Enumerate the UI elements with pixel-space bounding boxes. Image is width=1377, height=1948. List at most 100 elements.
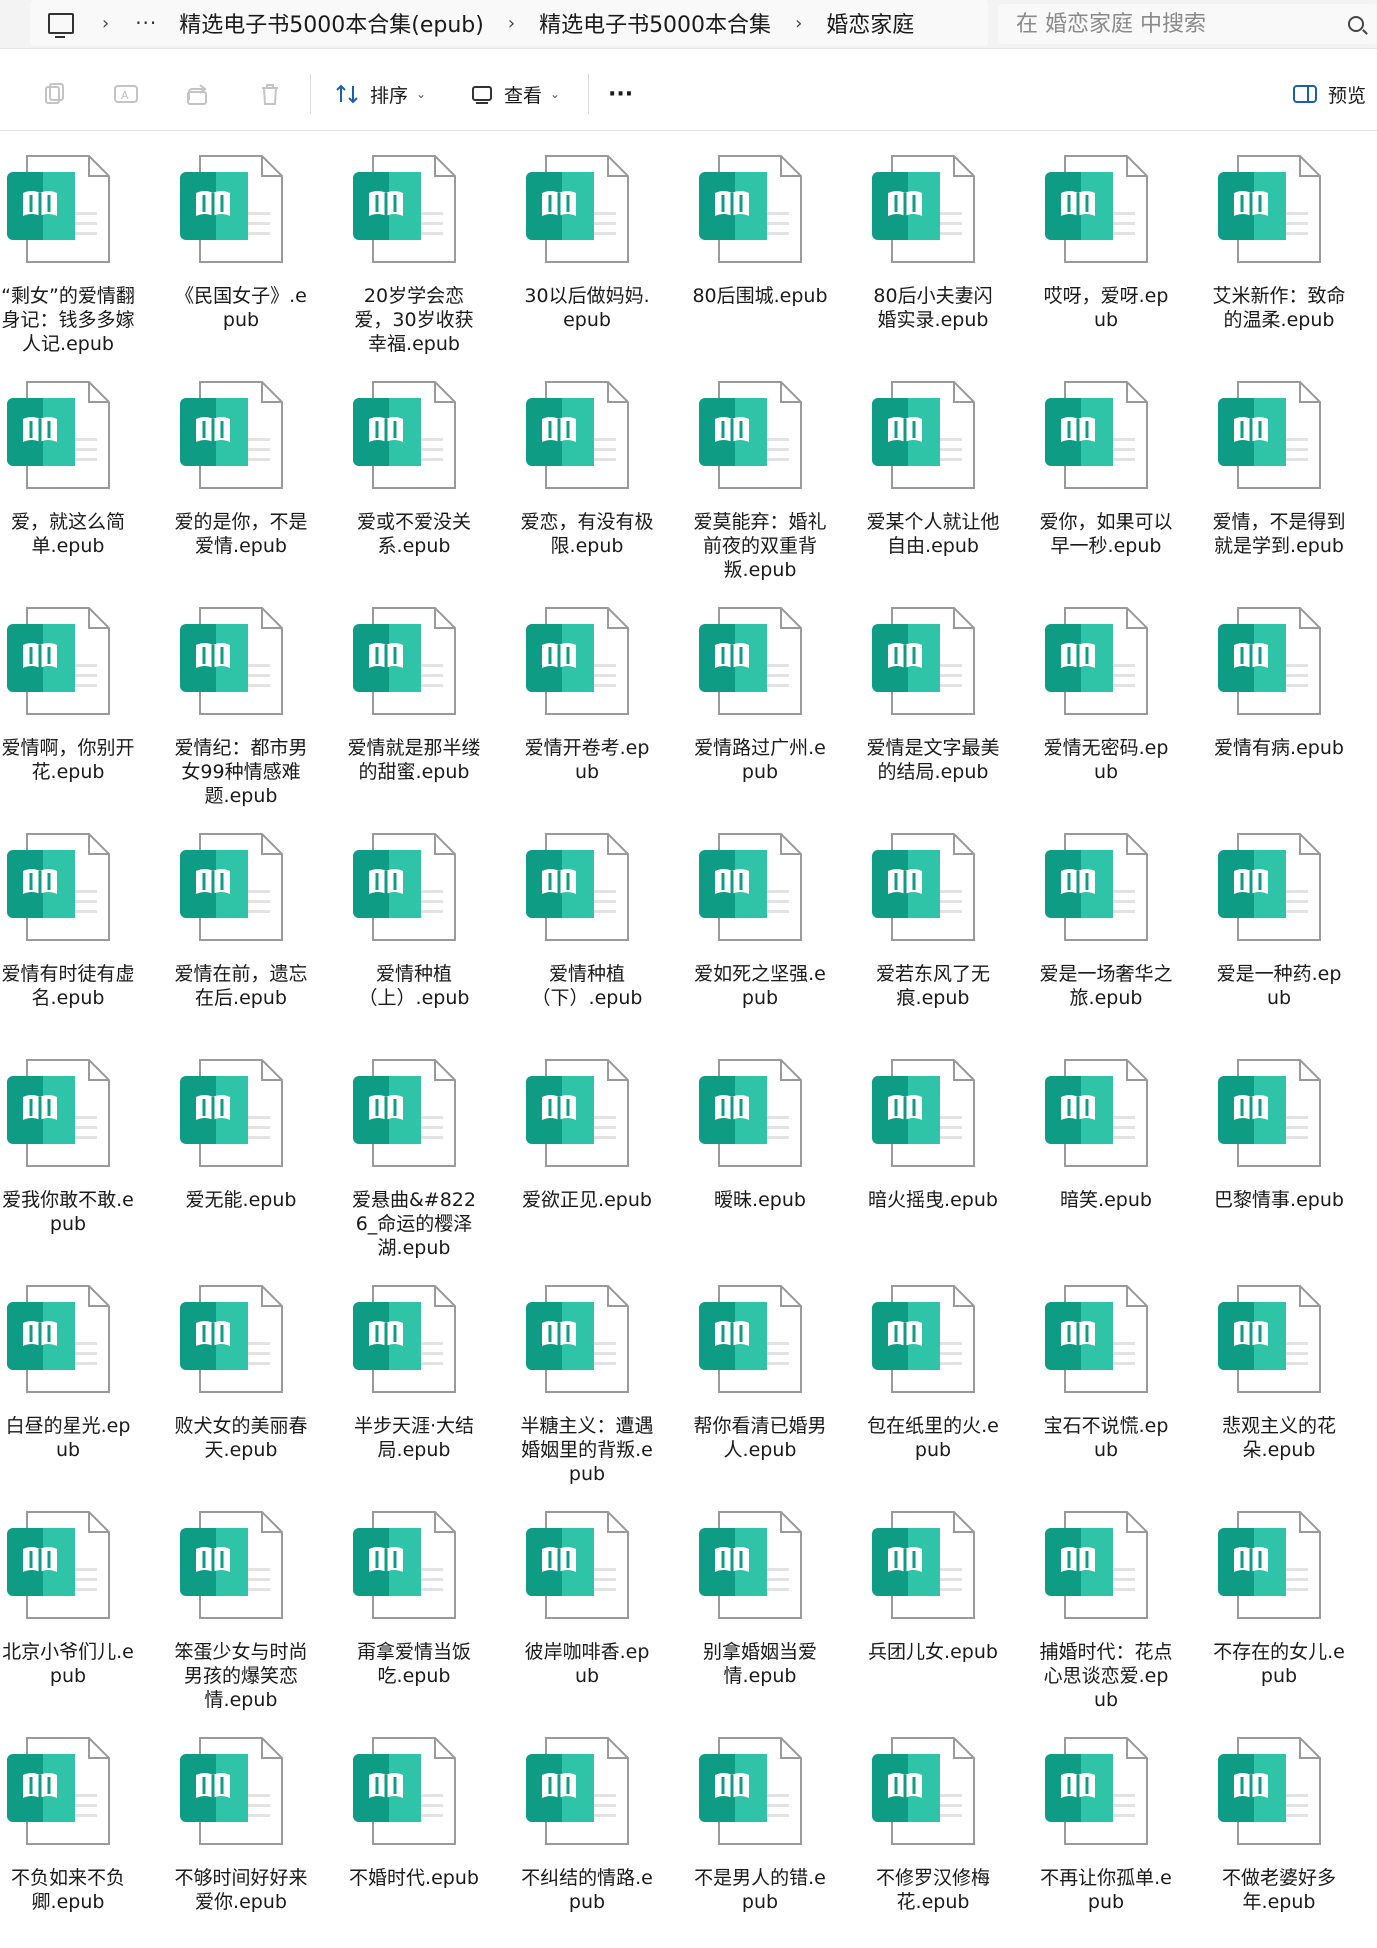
file-item[interactable]: 爱情路过广州.epub <box>692 592 865 818</box>
file-item[interactable]: 爱情在前，遗忘在后.epub <box>173 818 346 1044</box>
rename-icon[interactable]: A <box>112 80 140 108</box>
file-name: “剩女”的爱情翻身记：钱多多嫁人记.epub <box>1 285 135 355</box>
file-item[interactable]: 不够时间好好来爱你.epub <box>173 1722 346 1948</box>
breadcrumb-item-current[interactable]: 婚恋家庭 <box>816 7 924 39</box>
view-button[interactable]: 查看 ⌄ <box>470 76 560 112</box>
file-name: 爱情是文字最美的结局.epub <box>866 737 1000 783</box>
file-item[interactable]: 爱恋，有没有极限.epub <box>519 366 692 592</box>
file-item[interactable]: 白昼的星光.epub <box>0 1270 173 1496</box>
file-item[interactable]: 《民国女子》.epub <box>173 140 346 366</box>
file-item[interactable]: 不修罗汉修梅花.epub <box>865 1722 1038 1948</box>
file-item[interactable]: 爱如死之坚强.epub <box>692 818 865 1044</box>
file-item[interactable]: 爱，就这么简单.epub <box>0 366 173 592</box>
chevron-right-icon[interactable]: › <box>88 13 123 34</box>
file-item[interactable]: 爱情纪：都市男女99种情感难题.epub <box>173 592 346 818</box>
file-item[interactable]: 80后围城.epub <box>692 140 865 366</box>
file-item[interactable]: 20岁学会恋爱，30岁收获幸福.epub <box>346 140 519 366</box>
search-input[interactable] <box>998 10 1328 38</box>
file-item[interactable]: 爱情有时徒有虚名.epub <box>0 818 173 1044</box>
file-name: 巴黎情事.epub <box>1214 1189 1344 1211</box>
epub-book-icon <box>526 1059 629 1167</box>
file-item[interactable]: 爱情就是那半缕的甜蜜.epub <box>346 592 519 818</box>
file-item[interactable]: 悲观主义的花朵.epub <box>1211 1270 1377 1496</box>
file-item[interactable]: 不做老婆好多年.epub <box>1211 1722 1377 1948</box>
file-name: 暧昧.epub <box>714 1189 806 1211</box>
file-item[interactable]: 爱若东风了无痕.epub <box>865 818 1038 1044</box>
copy-icon[interactable] <box>40 80 68 108</box>
more-options-button[interactable]: ··· <box>608 76 633 112</box>
file-item[interactable]: 爱情啊，你别开花.epub <box>0 592 173 818</box>
breadcrumb-item[interactable]: 精选电子书5000本合集 <box>529 7 781 39</box>
this-pc-icon[interactable] <box>48 12 74 38</box>
file-item[interactable]: 艾米新作：致命的温柔.epub <box>1211 140 1377 366</box>
file-item[interactable]: 暗火摇曳.epub <box>865 1044 1038 1270</box>
file-item[interactable]: 败犬女的美丽春天.epub <box>173 1270 346 1496</box>
file-item[interactable]: 哎呀，爱呀.epub <box>1038 140 1211 366</box>
file-item[interactable]: 暧昧.epub <box>692 1044 865 1270</box>
preview-pane-icon <box>1293 85 1317 103</box>
file-item[interactable]: 80后小夫妻闪婚实录.epub <box>865 140 1038 366</box>
file-item[interactable]: 爱我你敢不敢.epub <box>0 1044 173 1270</box>
file-item[interactable]: 甭拿爱情当饭吃.epub <box>346 1496 519 1722</box>
file-item[interactable]: 兵团儿女.epub <box>865 1496 1038 1722</box>
file-item[interactable]: 不存在的女儿.epub <box>1211 1496 1377 1722</box>
file-item[interactable]: 30以后做妈妈.epub <box>519 140 692 366</box>
file-name: 爱恋，有没有极限.epub <box>520 511 654 557</box>
epub-book-icon <box>180 155 283 263</box>
breadcrumb-item[interactable]: 精选电子书5000本合集(epub) <box>169 7 494 39</box>
epub-book-icon <box>1045 381 1148 489</box>
file-item[interactable]: 宝石不说慌.epub <box>1038 1270 1211 1496</box>
file-name: 爱是一场奢华之旅.epub <box>1039 963 1173 1009</box>
epub-book-icon <box>1045 833 1148 941</box>
file-item[interactable]: 帮你看清已婚男人.epub <box>692 1270 865 1496</box>
file-item[interactable]: 爱情种植（下）.epub <box>519 818 692 1044</box>
file-item[interactable]: 半步天涯·大结局.epub <box>346 1270 519 1496</box>
preview-pane-button[interactable]: 预览 <box>1292 76 1366 112</box>
file-item[interactable]: 爱你，如果可以早一秒.epub <box>1038 366 1211 592</box>
file-item[interactable]: 捕婚时代：花点心思谈恋爱.epub <box>1038 1496 1211 1722</box>
chevron-right-icon[interactable]: › <box>494 13 529 34</box>
search-box[interactable] <box>998 4 1377 44</box>
file-item[interactable]: 爱莫能弃：婚礼前夜的双重背叛.epub <box>692 366 865 592</box>
file-item[interactable]: 爱情是文字最美的结局.epub <box>865 592 1038 818</box>
file-item[interactable]: 爱情，不是得到就是学到.epub <box>1211 366 1377 592</box>
file-item[interactable]: 爱某个人就让他自由.epub <box>865 366 1038 592</box>
file-item[interactable]: 爱情有病.epub <box>1211 592 1377 818</box>
file-name: 白昼的星光.epub <box>5 1415 131 1461</box>
chevron-right-icon[interactable]: › <box>781 13 816 34</box>
file-item[interactable]: “剩女”的爱情翻身记：钱多多嫁人记.epub <box>0 140 173 366</box>
file-item[interactable]: 爱情无密码.epub <box>1038 592 1211 818</box>
file-item[interactable]: 爱情种植（上）.epub <box>346 818 519 1044</box>
share-icon[interactable] <box>184 80 212 108</box>
file-item[interactable]: 不纠结的情路.epub <box>519 1722 692 1948</box>
epub-book-icon <box>699 155 802 263</box>
file-item[interactable]: 北京小爷们儿.epub <box>0 1496 173 1722</box>
breadcrumb[interactable]: › ··· 精选电子书5000本合集(epub) › 精选电子书5000本合集 … <box>30 0 988 46</box>
epub-book-icon <box>7 155 110 263</box>
file-item[interactable]: 笨蛋少女与时尚男孩的爆笑恋情.epub <box>173 1496 346 1722</box>
file-item[interactable]: 别拿婚姻当爱情.epub <box>692 1496 865 1722</box>
file-item[interactable]: 不婚时代.epub <box>346 1722 519 1948</box>
delete-icon[interactable] <box>256 80 284 108</box>
file-item[interactable]: 爱的是你，不是爱情.epub <box>173 366 346 592</box>
search-icon[interactable] <box>1348 16 1364 32</box>
file-item[interactable]: 巴黎情事.epub <box>1211 1044 1377 1270</box>
file-item[interactable]: 半糖主义：遭遇婚姻里的背叛.epub <box>519 1270 692 1496</box>
file-item[interactable]: 爱无能.epub <box>173 1044 346 1270</box>
file-item[interactable]: 暗笑.epub <box>1038 1044 1211 1270</box>
file-name: 暗火摇曳.epub <box>868 1189 998 1211</box>
file-item[interactable]: 不是男人的错.epub <box>692 1722 865 1948</box>
file-item[interactable]: 包在纸里的火.epub <box>865 1270 1038 1496</box>
file-item[interactable]: 不再让你孤单.epub <box>1038 1722 1211 1948</box>
file-item[interactable]: 爱欲正见.epub <box>519 1044 692 1270</box>
epub-book-icon <box>699 1737 802 1845</box>
file-item[interactable]: 爱是一种药.epub <box>1211 818 1377 1044</box>
file-item[interactable]: 爱悬曲&#8226_命运的樱泽湖.epub <box>346 1044 519 1270</box>
breadcrumb-overflow[interactable]: ··· <box>123 11 169 35</box>
file-item[interactable]: 爱情开卷考.epub <box>519 592 692 818</box>
file-item[interactable]: 爱是一场奢华之旅.epub <box>1038 818 1211 1044</box>
sort-button[interactable]: 排序 ⌄ <box>334 76 426 112</box>
file-item[interactable]: 爱或不爱没关系.epub <box>346 366 519 592</box>
file-item[interactable]: 不负如来不负卿.epub <box>0 1722 173 1948</box>
file-item[interactable]: 彼岸咖啡香.epub <box>519 1496 692 1722</box>
